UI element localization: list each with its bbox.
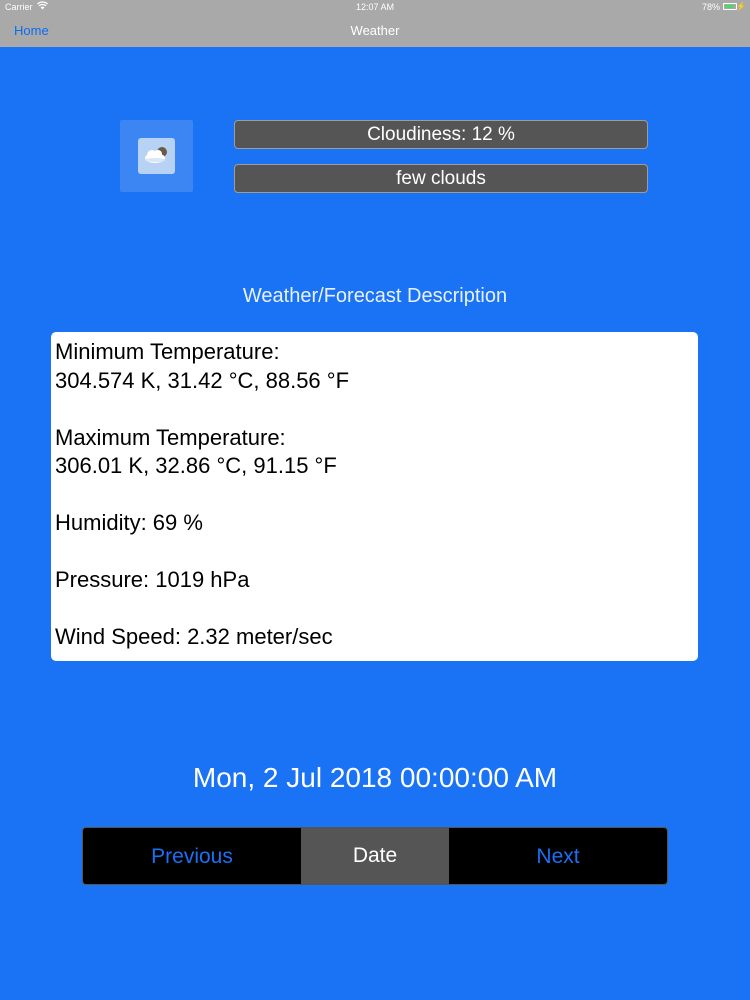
page-title: Weather [350,23,400,38]
wind-speed-text: Wind Speed: 2.32 meter/sec [55,624,333,649]
min-temp-value: 304.574 K, 31.42 °C, 88.56 °F [55,367,350,393]
section-title: Weather/Forecast Description [242,285,508,307]
weather-description-label: few clouds [234,164,648,193]
forecast-details-textview[interactable]: Minimum Temperature: 304.574 K, 31.42 °C… [51,332,698,661]
previous-button[interactable]: Previous [82,827,302,885]
date-label: Date [301,827,449,885]
status-time: 12:07 AM [355,2,395,12]
battery-percentage: 78% [701,2,720,12]
weather-icon-container [120,120,193,192]
navigation-bar: Home Weather [0,14,750,47]
charging-icon: ⚡ [736,2,746,11]
cloudiness-label: Cloudiness: 12 % [234,120,648,149]
forecast-date: Mon, 2 Jul 2018 00:00:00 AM [192,762,558,793]
battery-icon [723,3,737,10]
next-button[interactable]: Next [448,827,668,885]
cloud-sun-icon [138,138,175,174]
max-temp-label: Maximum Temperature: [55,424,286,450]
humidity-text: Humidity: 69 % [55,510,203,535]
pressure-text: Pressure: 1019 hPa [55,567,250,592]
status-bar: Carrier 12:07 AM 78% ⚡ [0,0,750,14]
max-temp-value: 306.01 K, 32.86 °C, 91.15 °F [55,453,337,478]
min-temp-label: Minimum Temperature: [55,339,280,364]
